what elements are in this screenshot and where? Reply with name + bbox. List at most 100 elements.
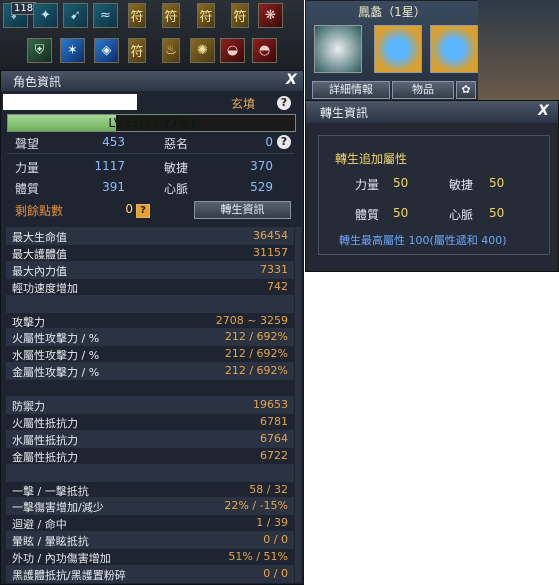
sun-orb-icon[interactable] [374, 25, 422, 73]
reincarnation-heading: 轉生追加屬性 [335, 152, 408, 166]
remaining-points-label: 剩餘點數 [15, 204, 64, 218]
reputation-value: 453 [102, 135, 125, 149]
stat-label: 金屬性攻擊力 / % [12, 366, 100, 380]
reincarnation-titlebar[interactable]: 轉生資訊 X [306, 101, 558, 123]
remaining-points-value: 0 [125, 202, 133, 216]
stat-row: 火屬性攻擊力 / % 212 / 692% [6, 328, 294, 347]
stat-label: 攻擊力 [12, 315, 45, 329]
wave-slash-icon[interactable]: ≈ [93, 3, 118, 28]
reputation-label: 聲望 [15, 137, 40, 151]
constitution-value: 391 [102, 180, 125, 194]
reincarnation-panel: 轉生資訊 X 轉生追加屬性 力量 50 敏捷 50 體質 50 心脈 50 轉生… [305, 100, 559, 272]
stat-row: 最大生命值 36454 [6, 227, 294, 245]
constitution-label: 體質 [15, 182, 40, 196]
stat-row: 最大內力值 7331 [6, 260, 294, 279]
level-text: LV.53(37.77%) [108, 116, 195, 130]
character-info-panel: 角色資訊 X 玄墳 ? LV.53(37.77%) 聲望 453 惡名 0 ? … [0, 70, 304, 585]
stat-value: 0 / 0 [263, 533, 288, 547]
sun-orb-icon[interactable] [430, 25, 478, 73]
stat-label: 暈眩 / 暈眩抵抗 [12, 535, 89, 549]
character-panel-titlebar[interactable]: 角色資訊 X [1, 71, 303, 91]
help-icon[interactable]: ? [277, 135, 291, 149]
stat-value: 1 / 39 [256, 516, 288, 530]
dragon-pet-icon[interactable] [314, 25, 362, 73]
flying-kick-icon[interactable]: ➹ [63, 3, 88, 28]
help-icon[interactable]: ? [277, 96, 291, 110]
reincarnation-note: 轉生最高屬性 100(屬性遞和 400) [339, 234, 507, 247]
talisman-icon[interactable]: 符 [128, 38, 146, 63]
realm-label: 玄墳 [231, 97, 256, 111]
stat-row: 輕功速度增加 742 [6, 278, 294, 296]
skill-bar: ➶ 118 ✦ ➹ ≈ 符 符 符 符 ❋ ⛨ ✶ ◈ 符 ♨ ✺ ◒ ◓ [0, 0, 304, 72]
stat-value: 31157 [253, 245, 288, 259]
talisman-icon[interactable]: 符 [231, 3, 249, 28]
strength-label: 力量 [15, 161, 40, 175]
stat-value: 6764 [260, 431, 288, 445]
stats-scrollbar[interactable] [295, 227, 301, 582]
stat-label: 防禦力 [12, 400, 45, 413]
cake-icon[interactable]: ◓ [252, 38, 277, 63]
watermelon-icon[interactable]: ◒ [220, 38, 245, 63]
golden-talisman-icon[interactable]: ✺ [190, 38, 215, 63]
infamy-value: 0 [265, 135, 273, 149]
pet-panel: 鳳蠡（1星） 詳細情報 物品 ✿ [305, 0, 479, 102]
stats-table: 最大生命值 36454 最大護體值 31157 最大內力值 7331 輕功速度增加 742 攻擊… [6, 227, 294, 583]
stat-row: 黑護體抵抗/黑護置粉碎 0 / 0 [6, 565, 294, 583]
stat-label: 最大生命值 [12, 231, 67, 244]
jade-shield-icon[interactable]: ⛨ [27, 38, 52, 63]
crystal-burst-icon[interactable]: ✶ [60, 38, 85, 63]
pet-detail-button[interactable]: 詳細情報 [312, 81, 390, 99]
stat-row: 最大護體值 31157 [6, 244, 294, 262]
stat-row: 金屬性攻擊力 / % 212 / 692% [6, 362, 294, 381]
talisman-icon[interactable]: 符 [162, 3, 180, 28]
talisman-icon[interactable]: 符 [128, 3, 146, 28]
stat-value: 22% / -15% [224, 499, 288, 513]
paw-icon[interactable]: ✿ [456, 81, 476, 99]
crane-stance-icon[interactable]: ✦ [33, 3, 58, 28]
reinc-strength-value: 50 [393, 176, 409, 190]
pulse-label: 心脈 [164, 182, 189, 196]
stat-row [6, 463, 294, 482]
stat-label: 一擊 / 一擊抵抗 [12, 484, 89, 498]
stat-label: 火屬性抵抗力 [12, 416, 78, 430]
stat-label: 水屬性抵抗力 [12, 433, 78, 447]
stat-value: 6722 [260, 448, 288, 462]
stat-value: 2708 ~ 3259 [215, 313, 288, 327]
pet-items-button[interactable]: 物品 [392, 81, 454, 99]
stat-row [6, 294, 294, 313]
level-progress-bar: LV.53(37.77%) [7, 114, 296, 132]
reinc-constitution-value: 50 [393, 206, 409, 220]
stat-label: 外功 / 內功傷害增加 [12, 552, 111, 566]
stat-row: 攻擊力 2708 ~ 3259 [6, 312, 294, 330]
candle-icon[interactable]: ♨ [162, 38, 180, 63]
stat-row [6, 379, 294, 397]
help-icon[interactable]: ? [136, 204, 150, 218]
agility-label: 敏捷 [164, 161, 189, 175]
pet-title: 鳳蠡（1星） [358, 5, 426, 19]
close-icon[interactable]: X [538, 103, 549, 119]
stat-value: 36454 [253, 229, 288, 242]
blue-rune-icon[interactable]: ◈ [94, 38, 119, 63]
strength-value: 1117 [94, 159, 125, 173]
stat-value: 0 / 0 [263, 567, 288, 580]
stat-row: 金屬性抵抗力 6722 [6, 447, 294, 465]
stat-row: 暈眩 / 暈眩抵抗 0 / 0 [6, 531, 294, 550]
stat-value: 212 / 692% [224, 364, 288, 378]
stat-label: 最大護體值 [12, 247, 67, 261]
close-icon[interactable]: X [286, 72, 297, 88]
talisman-icon[interactable]: 符 [197, 3, 215, 28]
stat-label: 一擊傷害增加/減少 [12, 501, 104, 515]
divider [7, 153, 294, 154]
stat-row: 火屬性抵抗力 6781 [6, 413, 294, 431]
fan-icon[interactable]: ❋ [258, 3, 283, 28]
stat-row: 迴避 / 命中 1 / 39 [6, 514, 294, 532]
stat-value: 51% / 51% [228, 550, 288, 564]
stat-value: 212 / 692% [224, 330, 288, 344]
reinc-agility-label: 敏捷 [449, 178, 474, 192]
stat-label: 輕功速度增加 [12, 281, 78, 295]
pulse-value: 529 [250, 180, 273, 194]
stat-row: 防禦力 19653 [6, 396, 294, 414]
reincarnation-info-button[interactable]: 轉生資訊 [194, 201, 291, 219]
stat-value: 7331 [260, 262, 288, 276]
stat-value: 58 / 32 [249, 482, 288, 496]
